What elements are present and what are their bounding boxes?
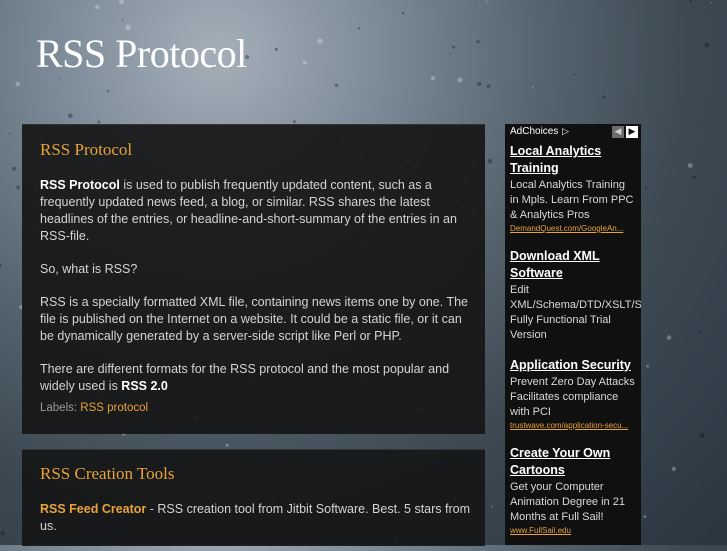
raindrop bbox=[702, 485, 705, 488]
raindrop bbox=[692, 175, 697, 179]
label-link[interactable]: RSS protocol bbox=[80, 402, 148, 414]
ad-headline-link[interactable]: Create Your Own Cartoons bbox=[510, 445, 636, 479]
post-paragraph: RSS Feed Creator - RSS creation tool fro… bbox=[40, 501, 470, 535]
ad-item: Application Security Prevent Zero Day At… bbox=[510, 357, 636, 431]
raindrop bbox=[430, 76, 436, 81]
raindrop bbox=[487, 158, 493, 164]
raindrop bbox=[697, 330, 701, 334]
raindrop bbox=[710, 2, 713, 4]
post-title[interactable]: RSS Creation Tools bbox=[40, 464, 175, 484]
ad-description: Edit XML/Schema/DTD/XSLT/S Fully Functio… bbox=[510, 284, 641, 341]
paragraph-text: There are different formats for the RSS … bbox=[40, 362, 450, 393]
post-body: RSS Feed Creator - RSS creation tool fro… bbox=[40, 501, 470, 551]
adchoices-icon: ▷ bbox=[562, 126, 570, 136]
raindrop bbox=[475, 3, 477, 5]
raindrop bbox=[704, 42, 710, 48]
raindrop bbox=[485, 0, 488, 3]
raindrop bbox=[511, 7, 514, 9]
raindrop bbox=[646, 364, 649, 368]
ad-url-link[interactable]: trustwave.com/application-secu... bbox=[510, 420, 636, 431]
raindrop bbox=[357, 27, 361, 30]
post-labels: Labels: RSS protocol bbox=[40, 402, 148, 414]
raindrop bbox=[225, 443, 229, 447]
adchoices-link[interactable]: AdChoices ▷ bbox=[510, 126, 569, 137]
raindrop bbox=[666, 335, 672, 340]
post-paragraph: So, what is RSS? bbox=[40, 262, 138, 276]
raindrop bbox=[50, 87, 53, 89]
raindrop bbox=[119, 0, 124, 5]
raindrop bbox=[8, 132, 11, 135]
raindrop bbox=[334, 83, 339, 88]
ad-header: AdChoices ▷ ◀ ▶ bbox=[505, 124, 641, 140]
raindrop bbox=[687, 163, 693, 168]
ad-sidebar: AdChoices ▷ ◀ ▶ Local Analytics Training… bbox=[505, 124, 641, 545]
raindrop bbox=[239, 14, 241, 16]
raindrop bbox=[58, 77, 61, 80]
ad-description: Get your Computer Animation Degree in 21… bbox=[510, 481, 625, 523]
ad-prev-button[interactable]: ◀ bbox=[612, 126, 624, 138]
raindrop bbox=[643, 515, 647, 518]
post-body: RSS Protocol is used to publish frequent… bbox=[40, 177, 470, 411]
raindrop bbox=[95, 4, 100, 10]
raindrop bbox=[671, 466, 676, 472]
post-paragraph: There are different formats for the RSS … bbox=[40, 361, 470, 395]
raindrop bbox=[476, 40, 480, 44]
raindrop bbox=[457, 77, 463, 83]
raindrop bbox=[274, 47, 279, 51]
post-rss-creation-tools: RSS Creation Tools RSS Feed Creator - RS… bbox=[22, 449, 485, 546]
adchoices-label: AdChoices bbox=[510, 126, 559, 137]
raindrop bbox=[0, 263, 2, 268]
ad-item: Create Your Own Cartoons Get your Comput… bbox=[510, 445, 636, 536]
ad-url-link[interactable]: DemandQuest.com/GoogleAn... bbox=[510, 223, 636, 234]
raindrop bbox=[476, 81, 482, 87]
raindrop bbox=[689, 0, 692, 3]
raindrop bbox=[121, 19, 124, 22]
raindrop bbox=[531, 86, 534, 89]
raindrop bbox=[16, 185, 20, 190]
bold-term: RSS Protocol bbox=[40, 178, 120, 192]
raindrop bbox=[696, 279, 699, 282]
raindrop bbox=[709, 534, 712, 538]
raindrop bbox=[67, 113, 73, 119]
raindrop bbox=[292, 120, 296, 124]
ad-headline-link[interactable]: Local Analytics Training bbox=[510, 143, 636, 177]
raindrop bbox=[649, 309, 651, 311]
post-rss-protocol: RSS Protocol RSS Protocol is used to pub… bbox=[22, 124, 485, 434]
raindrop bbox=[486, 84, 491, 88]
post-title[interactable]: RSS Protocol bbox=[40, 140, 132, 160]
ad-item: Download XML Software Edit XML/Schema/DT… bbox=[510, 248, 641, 343]
post-paragraph: RSS Protocol is used to publish frequent… bbox=[40, 177, 470, 245]
ad-description: Local Analytics Training in Mpls. Learn … bbox=[510, 179, 634, 221]
raindrop bbox=[302, 60, 307, 65]
raindrop bbox=[699, 432, 705, 438]
ad-description: Prevent Zero Day Attacks Facilitates com… bbox=[510, 376, 635, 418]
raindrop bbox=[15, 82, 20, 87]
labels-prefix: Labels: bbox=[40, 402, 78, 414]
raindrop bbox=[602, 95, 605, 99]
ad-url-link[interactable]: www.FullSail.edu bbox=[510, 525, 636, 536]
raindrop bbox=[317, 38, 323, 44]
ad-headline-link[interactable]: Application Security bbox=[510, 357, 636, 374]
raindrop bbox=[452, 45, 456, 49]
rss-feed-creator-link[interactable]: RSS Feed Creator bbox=[40, 502, 146, 516]
post-paragraph: RSS is a specially formatted XML file, c… bbox=[40, 295, 468, 343]
raindrop bbox=[644, 186, 647, 189]
raindrop bbox=[449, 53, 452, 55]
raindrop bbox=[573, 73, 576, 76]
raindrop bbox=[12, 166, 16, 171]
raindrop bbox=[491, 505, 494, 508]
bold-term: RSS 2.0 bbox=[121, 379, 168, 393]
ad-next-button[interactable]: ▶ bbox=[626, 126, 638, 138]
blog-title[interactable]: RSS Protocol bbox=[36, 30, 247, 77]
raindrop bbox=[0, 531, 5, 536]
raindrop bbox=[106, 90, 110, 93]
ad-item: Local Analytics Training Local Analytics… bbox=[510, 143, 636, 234]
raindrop bbox=[401, 11, 405, 15]
ad-headline-link[interactable]: Download XML Software bbox=[510, 248, 636, 282]
ad-list: Local Analytics Training Local Analytics… bbox=[505, 143, 641, 536]
